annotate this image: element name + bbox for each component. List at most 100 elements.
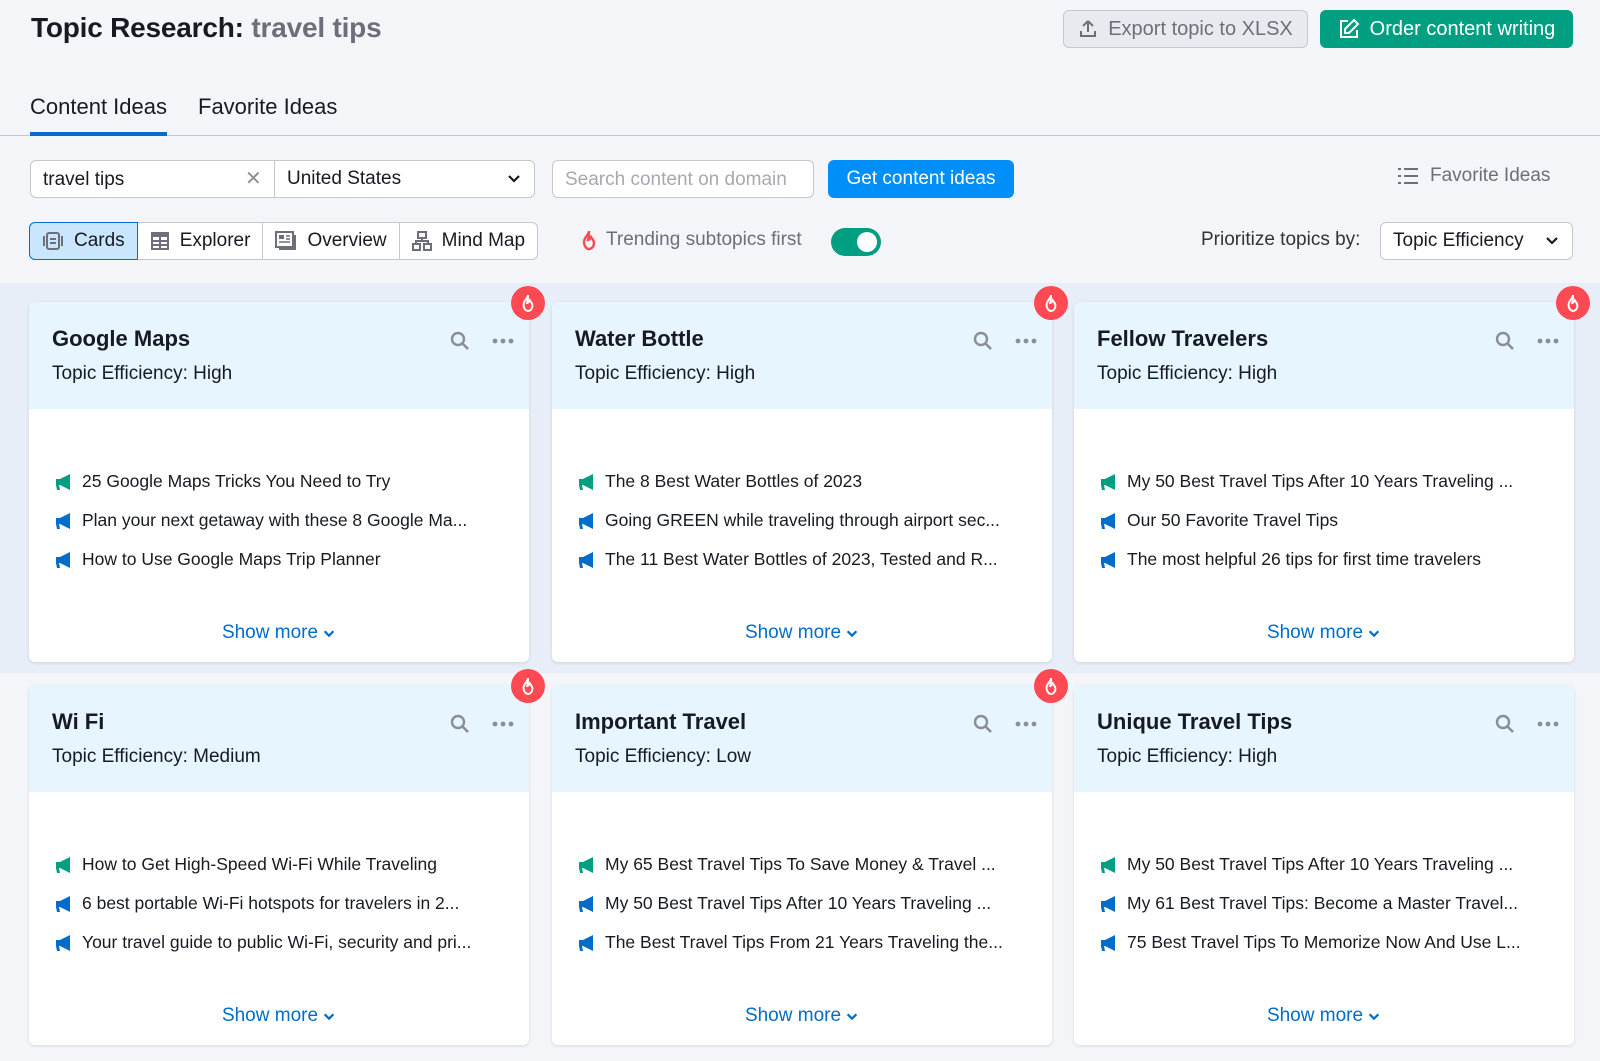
- keyword-input[interactable]: travel tips: [30, 160, 275, 198]
- more-options-icon[interactable]: [1536, 330, 1560, 352]
- country-select-value: United States: [287, 168, 402, 189]
- megaphone-icon: [1101, 856, 1115, 873]
- show-more-link[interactable]: Show more: [222, 1005, 336, 1027]
- more-options-icon[interactable]: [491, 713, 515, 735]
- more-options-icon[interactable]: [491, 330, 515, 352]
- view-tab-explorer[interactable]: Explorer: [137, 222, 264, 260]
- idea-item[interactable]: Going GREEN while traveling through airp…: [577, 501, 1037, 540]
- topic-card-header: Wi Fi Topic Efficiency: Medium: [29, 669, 545, 792]
- idea-title: The Best Travel Tips From 21 Years Trave…: [605, 932, 1003, 952]
- megaphone-icon: [1101, 934, 1115, 951]
- country-select[interactable]: United States: [274, 160, 535, 198]
- chevron-down-icon: [1368, 630, 1380, 638]
- idea-title: Our 50 Favorite Travel Tips: [1127, 510, 1339, 530]
- search-icon[interactable]: [449, 330, 471, 352]
- fire-icon: [522, 677, 534, 695]
- idea-item[interactable]: The 11 Best Water Bottles of 2023, Teste…: [577, 540, 1037, 579]
- megaphone-icon: [56, 473, 70, 490]
- show-more-link[interactable]: Show more: [1267, 622, 1381, 644]
- list-icon: [1398, 168, 1418, 184]
- show-more-link[interactable]: Show more: [745, 1005, 859, 1027]
- idea-item[interactable]: Our 50 Favorite Travel Tips: [1099, 501, 1559, 540]
- domain-search-input[interactable]: Search content on domain: [552, 160, 814, 198]
- show-more-label: Show more: [221, 1005, 319, 1026]
- topic-card-title[interactable]: Fellow Travelers: [1097, 326, 1268, 352]
- megaphone-icon: [56, 512, 70, 529]
- idea-item[interactable]: How to Use Google Maps Trip Planner: [54, 540, 514, 579]
- idea-item[interactable]: My 65 Best Travel Tips To Save Money & T…: [577, 845, 1037, 884]
- idea-item[interactable]: Plan your next getaway with these 8 Goog…: [54, 501, 514, 540]
- search-icon[interactable]: [972, 713, 994, 735]
- idea-item[interactable]: The 8 Best Water Bottles of 2023: [577, 462, 1037, 501]
- search-icon[interactable]: [449, 713, 471, 735]
- idea-item[interactable]: 6 best portable Wi-Fi hotspots for trave…: [54, 884, 514, 923]
- topic-card-title[interactable]: Unique Travel Tips: [1097, 709, 1292, 735]
- topic-card: Fellow Travelers Topic Efficiency: High …: [1074, 286, 1590, 662]
- idea-item[interactable]: My 50 Best Travel Tips After 10 Years Tr…: [1099, 462, 1559, 501]
- idea-item[interactable]: My 50 Best Travel Tips After 10 Years Tr…: [577, 884, 1037, 923]
- megaphone-icon: [579, 934, 593, 951]
- edit-icon: [1339, 18, 1360, 38]
- idea-title: 25 Google Maps Tricks You Need to Try: [82, 471, 391, 491]
- topic-card-header: Water Bottle Topic Efficiency: High: [552, 286, 1068, 409]
- topic-card-title[interactable]: Important Travel: [575, 709, 746, 735]
- favorite-ideas-link-label: Favorite Ideas: [1430, 165, 1551, 186]
- tab-content-ideas[interactable]: Content Ideas: [30, 94, 167, 136]
- mindmap-icon: [411, 231, 432, 251]
- favorite-ideas-link[interactable]: Favorite Ideas: [1398, 165, 1550, 187]
- megaphone-icon: [579, 512, 593, 529]
- topic-card-header: Google Maps Topic Efficiency: High: [29, 286, 545, 409]
- trending-badge: [1556, 286, 1590, 320]
- view-tab-overview-label: Overview: [307, 230, 387, 251]
- show-more-link[interactable]: Show more: [222, 622, 336, 644]
- topic-card-title[interactable]: Wi Fi: [52, 709, 104, 735]
- prioritize-select[interactable]: Topic Efficiency: [1380, 222, 1573, 260]
- topic-efficiency: Topic Efficiency: High: [1097, 363, 1278, 384]
- idea-item[interactable]: How to Get High-Speed Wi-Fi While Travel…: [54, 845, 514, 884]
- trending-subtopics-toggle[interactable]: [831, 228, 881, 256]
- more-options-icon[interactable]: [1014, 713, 1038, 735]
- megaphone-icon: [579, 551, 593, 568]
- megaphone-icon: [1101, 895, 1115, 912]
- topic-card: Google Maps Topic Efficiency: High 25 Go…: [29, 286, 545, 662]
- tab-favorite-ideas[interactable]: Favorite Ideas: [198, 94, 337, 132]
- show-more-label: Show more: [744, 1005, 842, 1026]
- view-tab-cards-label: Cards: [74, 230, 125, 251]
- main-tabs: Content Ideas Favorite Ideas: [0, 88, 1600, 136]
- megaphone-icon: [1101, 551, 1115, 568]
- idea-item[interactable]: Your travel guide to public Wi-Fi, secur…: [54, 923, 514, 962]
- show-more-link[interactable]: Show more: [745, 622, 859, 644]
- search-icon[interactable]: [1494, 330, 1516, 352]
- export-xlsx-button[interactable]: Export topic to XLSX: [1063, 10, 1308, 48]
- view-tab-mind-map[interactable]: Mind Map: [399, 222, 539, 260]
- show-more-link[interactable]: Show more: [1267, 1005, 1381, 1027]
- order-content-writing-button[interactable]: Order content writing: [1320, 10, 1573, 48]
- idea-item[interactable]: The most helpful 26 tips for first time …: [1099, 540, 1559, 579]
- idea-item[interactable]: The Best Travel Tips From 21 Years Trave…: [577, 923, 1037, 962]
- search-icon[interactable]: [972, 330, 994, 352]
- search-icon[interactable]: [1494, 713, 1516, 735]
- trending-badge: [1034, 669, 1068, 703]
- more-options-icon[interactable]: [1014, 330, 1038, 352]
- megaphone-icon: [579, 856, 593, 873]
- more-options-icon[interactable]: [1536, 713, 1560, 735]
- idea-item[interactable]: My 61 Best Travel Tips: Become a Master …: [1099, 884, 1559, 923]
- cards-icon: [43, 232, 63, 250]
- clear-keyword-icon[interactable]: ✕: [245, 166, 262, 191]
- topic-card-header: Important Travel Topic Efficiency: Low: [552, 669, 1068, 792]
- topic-card-title[interactable]: Water Bottle: [575, 326, 704, 352]
- topic-card-header: Unique Travel Tips Topic Efficiency: Hig…: [1074, 685, 1574, 792]
- idea-title: My 50 Best Travel Tips After 10 Years Tr…: [1127, 471, 1514, 491]
- fire-icon: [582, 230, 596, 251]
- topic-card-title[interactable]: Google Maps: [52, 326, 190, 352]
- topic-card-header: Fellow Travelers Topic Efficiency: High: [1074, 286, 1590, 409]
- idea-item[interactable]: 25 Google Maps Tricks You Need to Try: [54, 462, 514, 501]
- view-tab-cards[interactable]: Cards: [29, 222, 138, 260]
- toggle-knob: [857, 232, 877, 252]
- idea-item[interactable]: My 50 Best Travel Tips After 10 Years Tr…: [1099, 845, 1559, 884]
- get-content-ideas-button[interactable]: Get content ideas: [828, 160, 1014, 198]
- idea-item[interactable]: 75 Best Travel Tips To Memorize Now And …: [1099, 923, 1559, 962]
- view-tab-overview[interactable]: Overview: [263, 222, 400, 260]
- view-tab-explorer-label: Explorer: [179, 230, 251, 251]
- idea-list: 25 Google Maps Tricks You Need to Try Pla…: [54, 462, 514, 579]
